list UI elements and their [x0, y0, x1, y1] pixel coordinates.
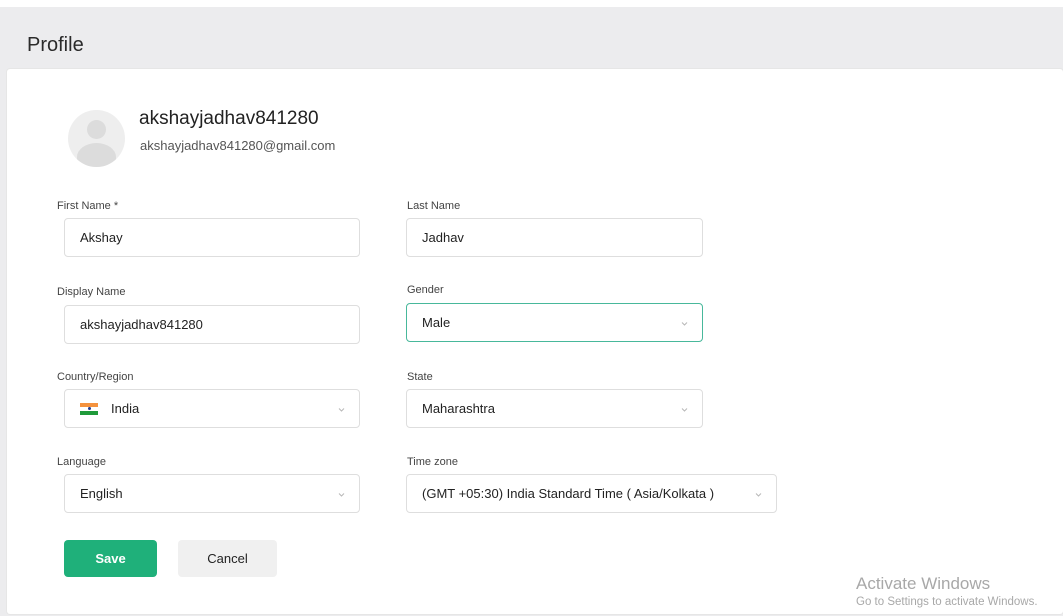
avatar-head-icon	[87, 120, 106, 139]
first-name-field[interactable]: Akshay	[64, 218, 360, 257]
first-name-label: First Name *	[57, 200, 118, 212]
language-value: English	[80, 486, 123, 501]
gender-select[interactable]: Male	[406, 303, 703, 342]
chevron-down-icon	[681, 320, 688, 327]
required-mark: *	[113, 200, 119, 212]
state-select[interactable]: Maharashtra	[406, 389, 703, 428]
gender-label: Gender	[407, 284, 444, 296]
user-name: akshayjadhav841280	[139, 108, 319, 129]
gender-value: Male	[422, 315, 451, 330]
last-name-value: Jadhav	[422, 230, 464, 245]
state-label: State	[407, 371, 433, 383]
first-name-label-text: First Name	[57, 200, 111, 212]
page-title: Profile	[27, 34, 84, 56]
top-strip	[0, 0, 1063, 7]
india-flag-icon	[80, 402, 98, 415]
timezone-label: Time zone	[407, 456, 458, 468]
country-label: Country/Region	[57, 371, 134, 383]
profile-page: Profile akshayjadhav841280 akshayjadhav8…	[0, 0, 1063, 616]
chevron-down-icon	[338, 406, 345, 413]
activate-windows-watermark: Activate Windows Go to Settings to activ…	[856, 574, 1038, 608]
last-name-field[interactable]: Jadhav	[406, 218, 703, 257]
watermark-subtitle: Go to Settings to activate Windows.	[856, 596, 1038, 608]
first-name-value: Akshay	[80, 230, 123, 245]
chevron-down-icon	[681, 406, 688, 413]
display-name-field[interactable]: akshayjadhav841280	[64, 305, 360, 344]
language-select[interactable]: English	[64, 474, 360, 513]
timezone-value: (GMT +05:30) India Standard Time ( Asia/…	[422, 486, 715, 501]
cancel-button[interactable]: Cancel	[178, 540, 277, 577]
profile-card: akshayjadhav841280 akshayjadhav841280@gm…	[7, 69, 1063, 614]
chevron-down-icon	[338, 491, 345, 498]
avatar[interactable]	[68, 110, 125, 167]
language-label: Language	[57, 456, 106, 468]
last-name-label: Last Name	[407, 200, 461, 212]
display-name-label: Display Name	[57, 286, 126, 298]
display-name-value: akshayjadhav841280	[80, 317, 203, 332]
country-value: India	[111, 401, 140, 416]
avatar-body-icon	[77, 143, 116, 167]
save-button[interactable]: Save	[64, 540, 157, 577]
watermark-title: Activate Windows	[856, 574, 991, 593]
chevron-down-icon	[755, 491, 762, 498]
country-select[interactable]: India	[64, 389, 360, 428]
state-value: Maharashtra	[422, 401, 495, 416]
user-email: akshayjadhav841280@gmail.com	[140, 138, 336, 153]
timezone-select[interactable]: (GMT +05:30) India Standard Time ( Asia/…	[406, 474, 777, 513]
